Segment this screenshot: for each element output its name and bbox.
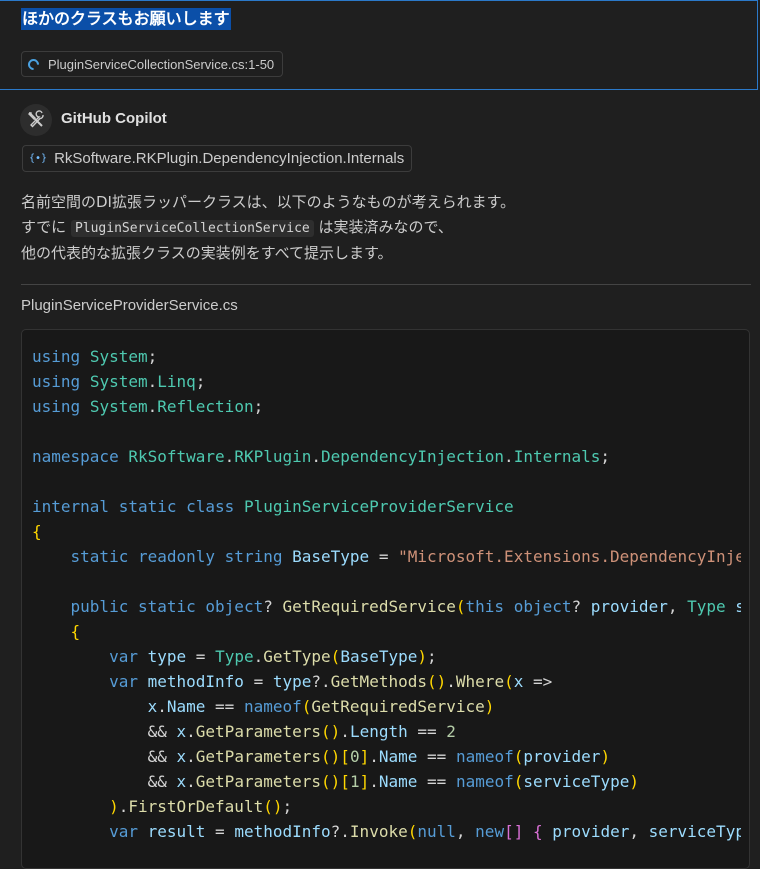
code-line: && x.GetParameters()[1].Name == nameof(s… xyxy=(147,772,639,791)
file-reference-chip[interactable]: PluginServiceCollectionService.cs:1-50 xyxy=(21,51,284,77)
code-line: var result = methodInfo?.Invoke(null, ne… xyxy=(109,822,741,841)
namespace-icon: {•} xyxy=(29,153,48,164)
tools-icon xyxy=(28,110,44,128)
csharp-file-icon xyxy=(25,56,42,72)
code-line: internal static class PluginServiceProvi… xyxy=(32,497,514,516)
namespace-reference: RkSoftware.RKPlugin.DependencyInjection.… xyxy=(54,150,405,167)
code-line: public static object? GetRequiredService… xyxy=(70,597,741,616)
code-content[interactable]: using System; using System.Linq; using Sys… xyxy=(32,344,741,844)
reference-range: :1-50 xyxy=(244,56,275,72)
code-line: ).FirstOrDefault(); xyxy=(109,797,293,816)
reference-file: PluginServiceCollectionService.cs xyxy=(48,56,245,72)
code-line: && x.GetParameters().Length == 2 xyxy=(147,722,456,741)
user-request[interactable]: ほかのクラスもお願いします PluginServiceCollectionSer… xyxy=(0,0,758,90)
divider xyxy=(21,284,751,285)
code-line: using System.Reflection; xyxy=(32,397,264,416)
code-line: using System; xyxy=(32,347,158,366)
inline-code: PluginServiceCollectionService xyxy=(70,220,314,237)
code-block[interactable]: using System; using System.Linq; using Sys… xyxy=(21,329,750,869)
code-line: ​ xyxy=(32,419,741,444)
message-line-2-suffix: は実装済みなので、 xyxy=(318,218,453,236)
message-line-2-prefix: すでに xyxy=(21,218,67,236)
request-text: ほかのクラスもお願いします xyxy=(21,8,231,30)
code-line: static readonly string BaseType = "Micro… xyxy=(70,547,741,566)
code-filename[interactable]: PluginServiceProviderService.cs xyxy=(21,297,238,314)
code-line: ​ xyxy=(32,569,741,594)
assistant-name: GitHub Copilot xyxy=(61,110,167,127)
code-line: ​ xyxy=(32,469,741,494)
assistant-message: 名前空間のDI拡張ラッパークラスは、以下のようなものが考えられます。 すでに P… xyxy=(21,190,741,266)
code-line: { xyxy=(70,622,81,641)
copilot-icon xyxy=(20,104,52,136)
code-line: x.Name == nameof(GetRequiredService) xyxy=(147,697,495,716)
namespace-reference-chip[interactable]: {•} RkSoftware.RKPlugin.DependencyInject… xyxy=(22,145,413,172)
message-line-2: すでに PluginServiceCollectionService は実装済み… xyxy=(21,215,741,241)
code-line: && x.GetParameters()[0].Name == nameof(p… xyxy=(147,747,611,766)
message-line-3: 他の代表的な拡張クラスの実装例をすべて提示します。 xyxy=(21,244,393,262)
code-line: using System.Linq; xyxy=(32,372,206,391)
code-line: namespace RkSoftware.RKPlugin.Dependency… xyxy=(32,447,611,466)
code-line: var type = Type.GetType(BaseType); xyxy=(109,647,437,666)
code-line: var methodInfo = type?.GetMethods().Wher… xyxy=(109,672,553,691)
code-line: { xyxy=(32,522,42,541)
message-line-1: 名前空間のDI拡張ラッパークラスは、以下のようなものが考えられます。 xyxy=(21,193,516,211)
